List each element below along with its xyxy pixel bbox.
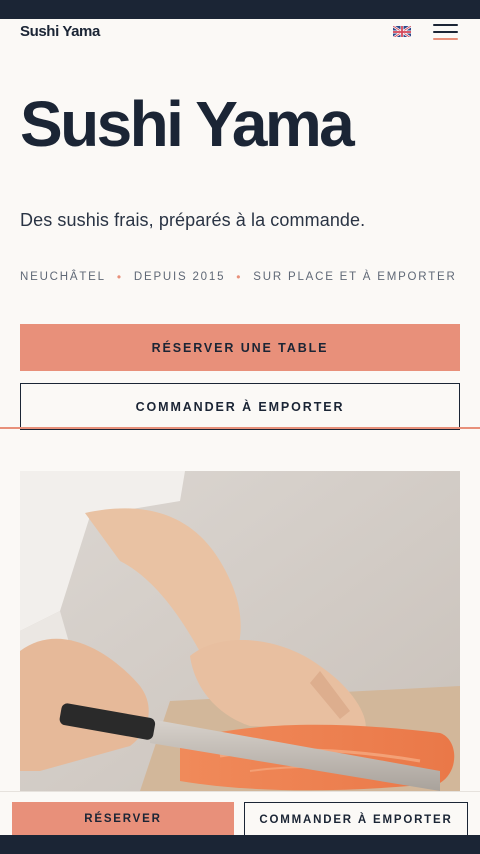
reserve-table-button[interactable]: RÉSERVER UNE TABLE (20, 324, 460, 371)
uk-flag-icon[interactable] (393, 25, 411, 37)
status-bar (0, 0, 480, 19)
hero-meta: NEUCHÂTEL • DEPUIS 2015 • SUR PLACE ET À… (20, 270, 457, 284)
sticky-reserve-button[interactable]: RÉSERVER (12, 802, 234, 836)
meta-location: NEUCHÂTEL (20, 271, 106, 283)
site-header: Sushi Yama (0, 19, 480, 45)
hero-tagline: Des sushis frais, préparés à la commande… (20, 210, 366, 230)
menu-line (433, 24, 458, 26)
sticky-action-bar: RÉSERVER COMMANDER À EMPORTER (0, 791, 480, 836)
home-indicator-bar (0, 835, 480, 854)
meta-service: SUR PLACE ET À EMPORTER (253, 271, 457, 283)
order-takeaway-button[interactable]: COMMANDER À EMPORTER (20, 383, 460, 430)
chef-cutting-salmon-photo (20, 471, 460, 791)
logo[interactable]: Sushi Yama (20, 23, 100, 40)
meta-separator: • (116, 270, 123, 284)
accent-divider (0, 427, 480, 429)
menu-line-accent (433, 38, 458, 40)
sticky-order-button[interactable]: COMMANDER À EMPORTER (244, 802, 468, 836)
hamburger-menu-icon[interactable] (433, 23, 458, 41)
menu-line (433, 31, 458, 33)
meta-since: DEPUIS 2015 (133, 271, 226, 283)
hero-title: Sushi Yama (20, 88, 355, 160)
meta-separator: • (236, 270, 243, 284)
